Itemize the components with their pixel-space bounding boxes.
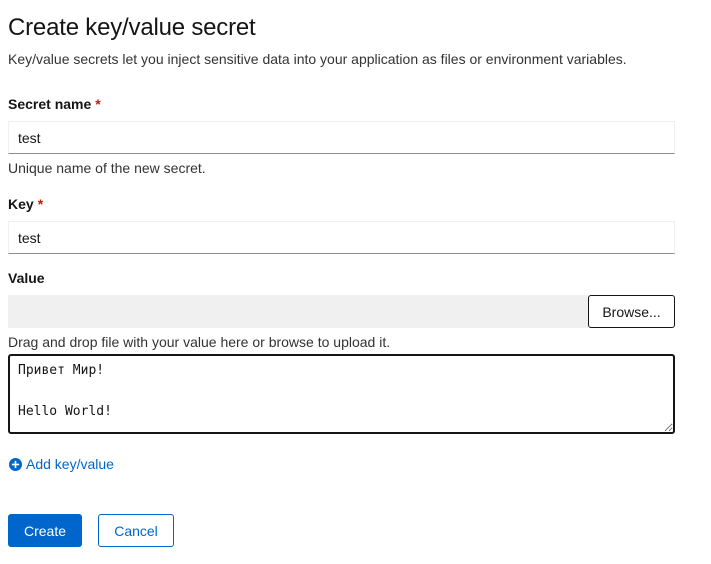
value-textarea[interactable]: Привет Мир! Hello World! bbox=[8, 354, 675, 434]
value-label: Value bbox=[8, 270, 45, 286]
secret-name-helper: Unique name of the new secret. bbox=[8, 160, 206, 176]
secret-name-label-text: Secret name bbox=[8, 96, 92, 112]
key-label: Key * bbox=[8, 196, 43, 212]
value-helper: Drag and drop file with your value here … bbox=[8, 334, 391, 350]
key-input[interactable] bbox=[8, 221, 675, 254]
secret-name-label: Secret name * bbox=[8, 96, 101, 112]
key-label-text: Key bbox=[8, 196, 34, 212]
add-key-value-link[interactable]: Add key/value bbox=[9, 456, 114, 472]
required-marker: * bbox=[95, 96, 101, 112]
page-description: Key/value secrets let you inject sensiti… bbox=[8, 51, 627, 67]
required-marker: * bbox=[37, 196, 44, 212]
plus-circle-icon bbox=[9, 457, 22, 471]
add-key-value-label: Add key/value bbox=[26, 456, 114, 472]
browse-button[interactable]: Browse... bbox=[588, 295, 675, 328]
file-name-field[interactable] bbox=[8, 295, 588, 328]
page-title: Create key/value secret bbox=[8, 14, 256, 41]
secret-name-input[interactable] bbox=[8, 121, 675, 154]
create-button[interactable]: Create bbox=[8, 514, 82, 547]
cancel-button[interactable]: Cancel bbox=[98, 514, 174, 547]
